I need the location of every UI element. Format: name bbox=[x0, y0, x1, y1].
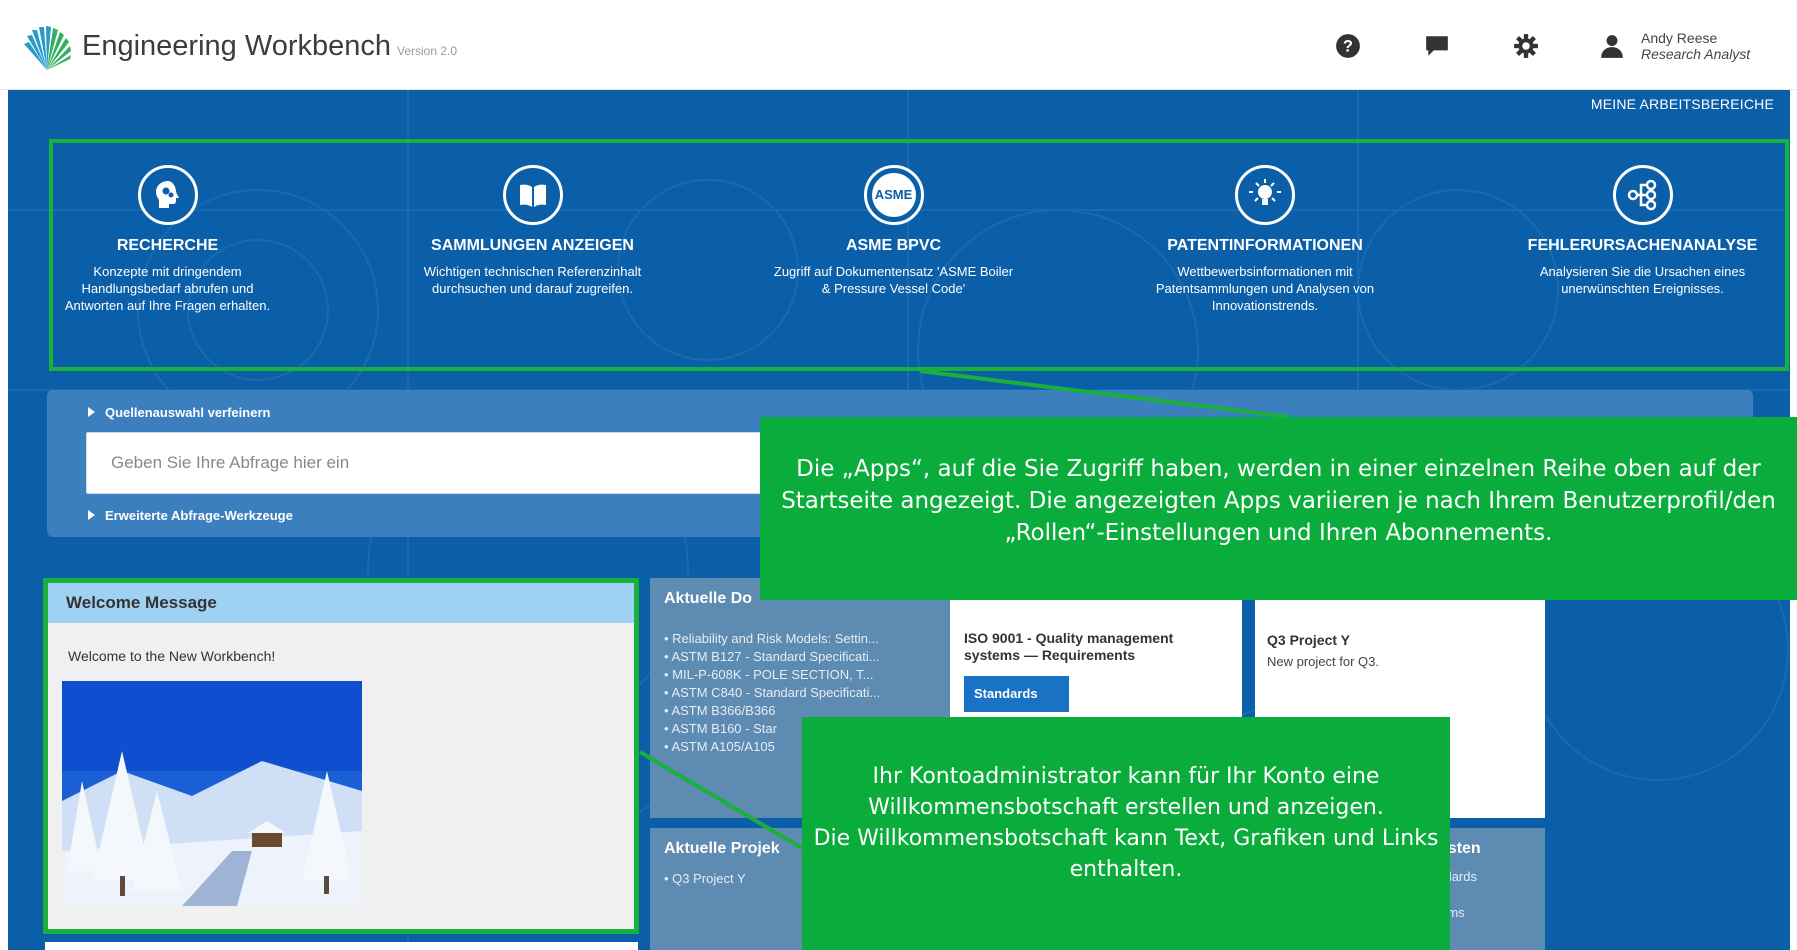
welcome-callout-text: Ihr Kontoadministrator kann für Ihr Kont… bbox=[868, 764, 1384, 820]
welcome-callout: Ihr Kontoadministrator kann für Ihr Kont… bbox=[802, 717, 1450, 950]
welcome-callout-text2: Die Willkommensbotschaft kann Text, Graf… bbox=[813, 826, 1439, 882]
apps-callout: Die „Apps“, auf die Sie Zugriff haben, w… bbox=[760, 417, 1797, 600]
